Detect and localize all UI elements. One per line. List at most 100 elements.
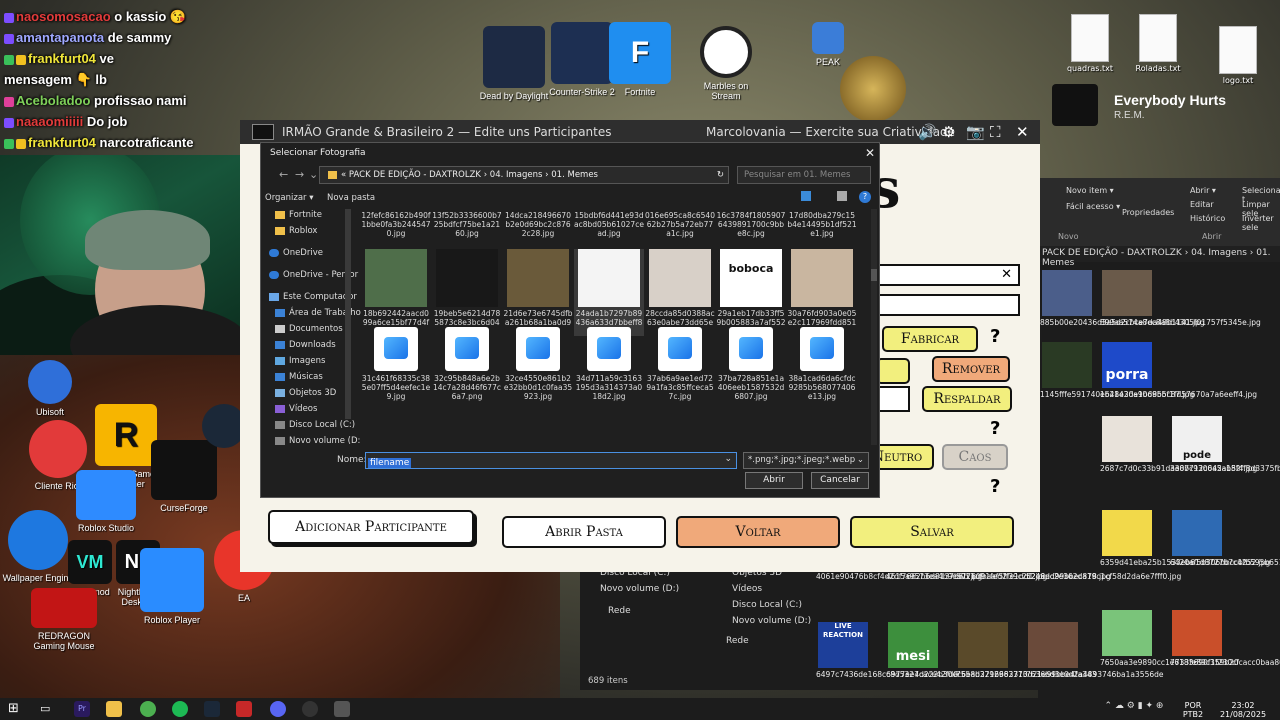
file-item[interactable]: 37ab6a9ae1ed729a1fa3c85ffceca57c.jpg (645, 323, 715, 401)
file-item[interactable]: 32c95b848a6e2b14c7a28d46f677c6a7.png (432, 323, 502, 401)
file-type-select[interactable]: *.png;*.jpg;*.jpeg;*.webp ⌄ (743, 452, 869, 469)
clear-icon[interactable]: ✕ (1001, 267, 1012, 282)
nav-item[interactable]: Objetos 3D (275, 385, 336, 401)
list-item[interactable]: 6420af5b306bbccbfb595b651a2bcd32.jpg (1170, 510, 1280, 567)
file-item[interactable]: 13f52b3336600b725bdfcf75be1a2160.jpg (432, 211, 502, 238)
list-item[interactable]: LIVE REACTION 6497c7436de168cc8d5327cace4… (816, 622, 958, 679)
desktop-file-logo[interactable]: logo.txt (1208, 26, 1268, 85)
nav-item[interactable]: Vídeos (275, 401, 317, 417)
chrome-icon[interactable] (140, 701, 156, 717)
chevron-down-icon[interactable]: ⌄ (309, 168, 318, 181)
respaldar-button[interactable]: Respaldar (922, 386, 1012, 412)
file-scrollbar[interactable] (871, 209, 877, 445)
tray-icons[interactable]: ⌃ ☁ ⚙ ▮ ✦ ⊕ (1104, 702, 1164, 711)
fullscreen-icon[interactable]: ⛶ (990, 120, 1001, 144)
help-icon[interactable]: ? (990, 418, 1000, 439)
list-item[interactable]: 7636bd3e0d2a4893746ba1a3556de (1026, 622, 1163, 679)
file-item[interactable]: 37ba728a851e1a406eeb1587532d6807.jpg (716, 323, 786, 401)
file-item[interactable]: 17d80dba279c15b4e14495b1df521e1.jpg (787, 211, 857, 238)
task-view-icon[interactable]: ▭ (40, 701, 56, 717)
desktop-icon-fortnite[interactable]: F Fortnite (602, 22, 678, 97)
spotify-icon[interactable] (172, 701, 188, 717)
breadcrumb[interactable]: « PACK DE EDIÇÃO - DAXTROLZK › 04. Image… (319, 166, 729, 184)
help-icon[interactable]: ? (990, 476, 1000, 497)
remover-button[interactable]: Remover (932, 356, 1010, 382)
nav-item[interactable]: Documentos (275, 321, 343, 337)
partial-button[interactable] (876, 358, 910, 384)
nav-scrollbar[interactable] (345, 209, 351, 419)
list-item[interactable]: 899aa574a8ec8a8b4305f01757f5345e.jpg (1100, 270, 1261, 327)
help-icon[interactable]: ? (990, 326, 1000, 347)
name-field[interactable]: ✕ (876, 264, 1020, 286)
file-item[interactable]: 31c461f68335c385e07ff5d4eefec1e9.jpg (361, 323, 431, 401)
propriedades-button[interactable]: Propriedades (1122, 208, 1174, 217)
search-input[interactable]: Pesquisar em 01. Memes (737, 166, 871, 184)
game-app-icon[interactable] (334, 701, 350, 717)
list-item[interactable]: 2687c7d0c33b91dae8b712c042a15f4.jpg (1100, 416, 1257, 473)
fabricar-button[interactable]: Fabricar (882, 326, 978, 352)
historico-button[interactable]: Histórico (1190, 214, 1225, 223)
windows-start-icon[interactable]: ⊞ (8, 701, 24, 717)
organizar-button[interactable]: Organizar ▾ (265, 193, 314, 203)
description-field[interactable] (876, 294, 1020, 316)
file-item[interactable]: 016e695ca8c654062b27b5a72eb77a1c.jpg (645, 211, 715, 238)
editar-button[interactable]: Editar (1190, 200, 1214, 209)
forward-arrow-icon[interactable]: → (295, 168, 304, 181)
gear-icon[interactable]: ⚙ (942, 120, 955, 144)
abrir-button[interactable]: Abrir (745, 472, 803, 489)
abrir-pasta-button[interactable]: Abrir Pasta (502, 516, 666, 548)
caos-button[interactable]: Caos (942, 444, 1008, 470)
nav-disco-local[interactable]: Disco Local (C:) (732, 600, 802, 610)
file-item[interactable]: 34d711a59c3163195d3a314373a018d2.jpg (574, 323, 644, 401)
desktop-icon-marbles[interactable]: Marbles on Stream (688, 26, 764, 101)
list-item[interactable]: 4061e90476b8cf4d2df7662b6d8137b5b.jpg (816, 572, 982, 581)
clock[interactable]: 23:02 21/08/2025 (1218, 701, 1268, 719)
file-explorer-icon[interactable] (106, 701, 122, 717)
close-icon[interactable]: ✕ (865, 143, 875, 163)
view-icon[interactable] (801, 191, 811, 201)
desktop-icon-dead-by-daylight[interactable]: Dead by Daylight (476, 26, 552, 101)
file-item[interactable]: 14dca218496670b2e0d69bc2c8762c28.jpg (503, 211, 573, 238)
help-icon[interactable]: ? (859, 191, 871, 203)
premiere-icon[interactable]: Pr (74, 701, 90, 717)
list-item[interactable]: 5011cfbaaf5ff39c2c2e9dd99bbec878.jpg (956, 572, 1111, 581)
desktop-icon-roblox-player[interactable]: Roblox Player (134, 548, 210, 625)
file-item[interactable]: 32ce4550e861b2e32bb0d1c0faa35923.jpg (503, 323, 573, 401)
camera-icon[interactable]: 📷 (966, 120, 985, 144)
list-item[interactable]: 7650aa3e9890cc1e6183690f1f230cf (1100, 610, 1239, 667)
nav-item[interactable]: OneDrive (269, 245, 323, 261)
adicionar-participante-button[interactable]: Adicionar Participante (268, 510, 474, 544)
list-item[interactable]: 7558b3792963773d21e99bbe4fa343 (956, 622, 1097, 679)
list-item[interactable]: 1145fffe591740eb4143de1b6855c87.jpg (1040, 342, 1194, 399)
inverter-selecao-button[interactable]: Inverter sele (1242, 214, 1280, 232)
list-item[interactable]: 4615a9573ea4b9ea776091fed2fe1dd1.jpg (886, 572, 1047, 581)
desktop-icon-redragon[interactable]: REDRAGON Gaming Mouse (26, 588, 102, 651)
explorer-path[interactable]: PACK DE EDIÇÃO - DAXTROLZK › 04. Imagens… (1038, 246, 1280, 268)
steam-icon[interactable] (204, 701, 220, 717)
preview-pane-icon[interactable] (837, 191, 847, 201)
list-item[interactable]: 885b00e20436d3a5d2cbce7da48b1141.jpg (1040, 270, 1205, 327)
nova-pasta-button[interactable]: Nova pasta (327, 193, 375, 203)
nav-item[interactable]: Imagens (275, 353, 325, 369)
salvar-button[interactable]: Salvar (850, 516, 1014, 548)
list-item[interactable]: 6359d41eba25b1533eb61d8727b7c4252.jpg (1100, 510, 1270, 567)
app-icon[interactable] (236, 701, 252, 717)
desktop-icon-roblox-studio[interactable]: Roblox Studio (68, 470, 144, 533)
chevron-down-icon[interactable]: ⌄ (724, 454, 732, 464)
voltar-button[interactable]: Voltar (676, 516, 840, 548)
nav-item[interactable]: Novo volume (D: (275, 433, 360, 449)
close-icon[interactable]: ✕ (1016, 120, 1029, 144)
novo-item-button[interactable]: Novo item ▾ (1066, 186, 1114, 195)
nav-rede[interactable]: Rede (726, 636, 749, 646)
back-arrow-icon[interactable]: ← (279, 168, 288, 181)
nav-item[interactable]: Disco Local (C:) (275, 417, 355, 433)
discord-icon[interactable] (270, 701, 286, 717)
filename-input[interactable]: filename ⌄ (365, 452, 737, 469)
list-item[interactable]: 5246ec2e362da19c1cf58d2da6e7fff0.jpg (1026, 572, 1181, 581)
list-item[interactable]: porra 1628e20a90d9bbf1fd57670a7a6eeff4.jp… (1100, 342, 1257, 399)
volume-icon[interactable]: 🔊 (918, 120, 937, 144)
nav-item[interactable]: Downloads (275, 337, 336, 353)
nav-videos[interactable]: Vídeos (732, 584, 762, 594)
nav-rede[interactable]: Rede (608, 606, 631, 616)
nav-item[interactable]: Fortnite (275, 207, 322, 223)
